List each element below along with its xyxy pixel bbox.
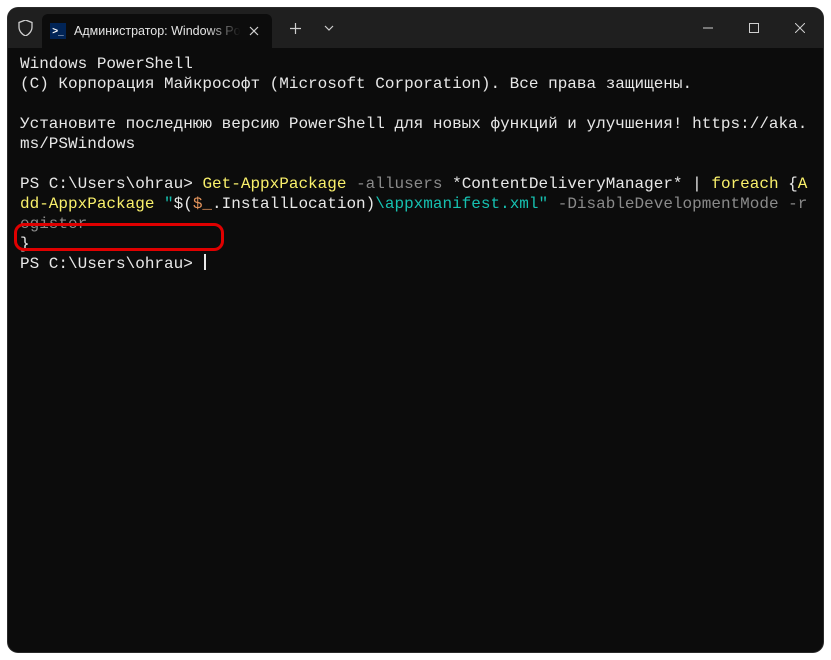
quote-close: " <box>539 195 549 213</box>
pipeline-var: $_ <box>193 195 212 213</box>
terminal-window: >_ Администратор: Windows PowerShell <box>8 8 823 652</box>
titlebar-left: >_ Администратор: Windows PowerShell <box>8 8 685 48</box>
titlebar: >_ Администратор: Windows PowerShell <box>8 8 823 48</box>
powershell-icon: >_ <box>50 23 66 39</box>
close-window-button[interactable] <box>777 8 823 48</box>
banner-line-2: (C) Корпорация Майкрософт (Microsoft Cor… <box>20 75 692 93</box>
minimize-button[interactable] <box>685 8 731 48</box>
tab-title: Администратор: Windows PowerShell <box>74 24 244 38</box>
pipe: | <box>683 175 712 193</box>
new-tab-button[interactable] <box>278 12 312 44</box>
keyword-foreach: foreach <box>711 175 778 193</box>
brace-close: } <box>20 235 30 253</box>
prompt-2: PS C:\Users\ohrau> <box>20 255 202 273</box>
path-literal: \appxmanifest.xml <box>375 195 538 213</box>
close-tab-button[interactable] <box>244 21 264 41</box>
cursor-icon <box>204 254 205 270</box>
subexpr-open: $( <box>174 195 193 213</box>
tab-actions <box>272 12 346 44</box>
subexpr-close: ) <box>366 195 376 213</box>
maximize-button[interactable] <box>731 8 777 48</box>
flag-allusers: -allusers <box>346 175 452 193</box>
banner-line-1: Windows PowerShell <box>20 55 193 73</box>
tab-powershell[interactable]: >_ Администратор: Windows PowerShell <box>42 14 272 48</box>
prompt-1: PS C:\Users\ohrau> <box>20 175 202 193</box>
admin-shield-icon <box>8 20 42 36</box>
promo-text: Установите последнюю версию PowerShell д… <box>20 115 692 133</box>
window-controls <box>685 8 823 48</box>
quote-open: " <box>154 195 173 213</box>
prop-access: .InstallLocation <box>212 195 366 213</box>
cmdlet-get: Get-AppxPackage <box>202 175 346 193</box>
terminal-output[interactable]: Windows PowerShell (C) Корпорация Майкро… <box>8 48 823 652</box>
brace-open: { <box>779 175 798 193</box>
arg-pattern: *ContentDeliveryManager* <box>452 175 682 193</box>
tab-dropdown-button[interactable] <box>312 12 346 44</box>
